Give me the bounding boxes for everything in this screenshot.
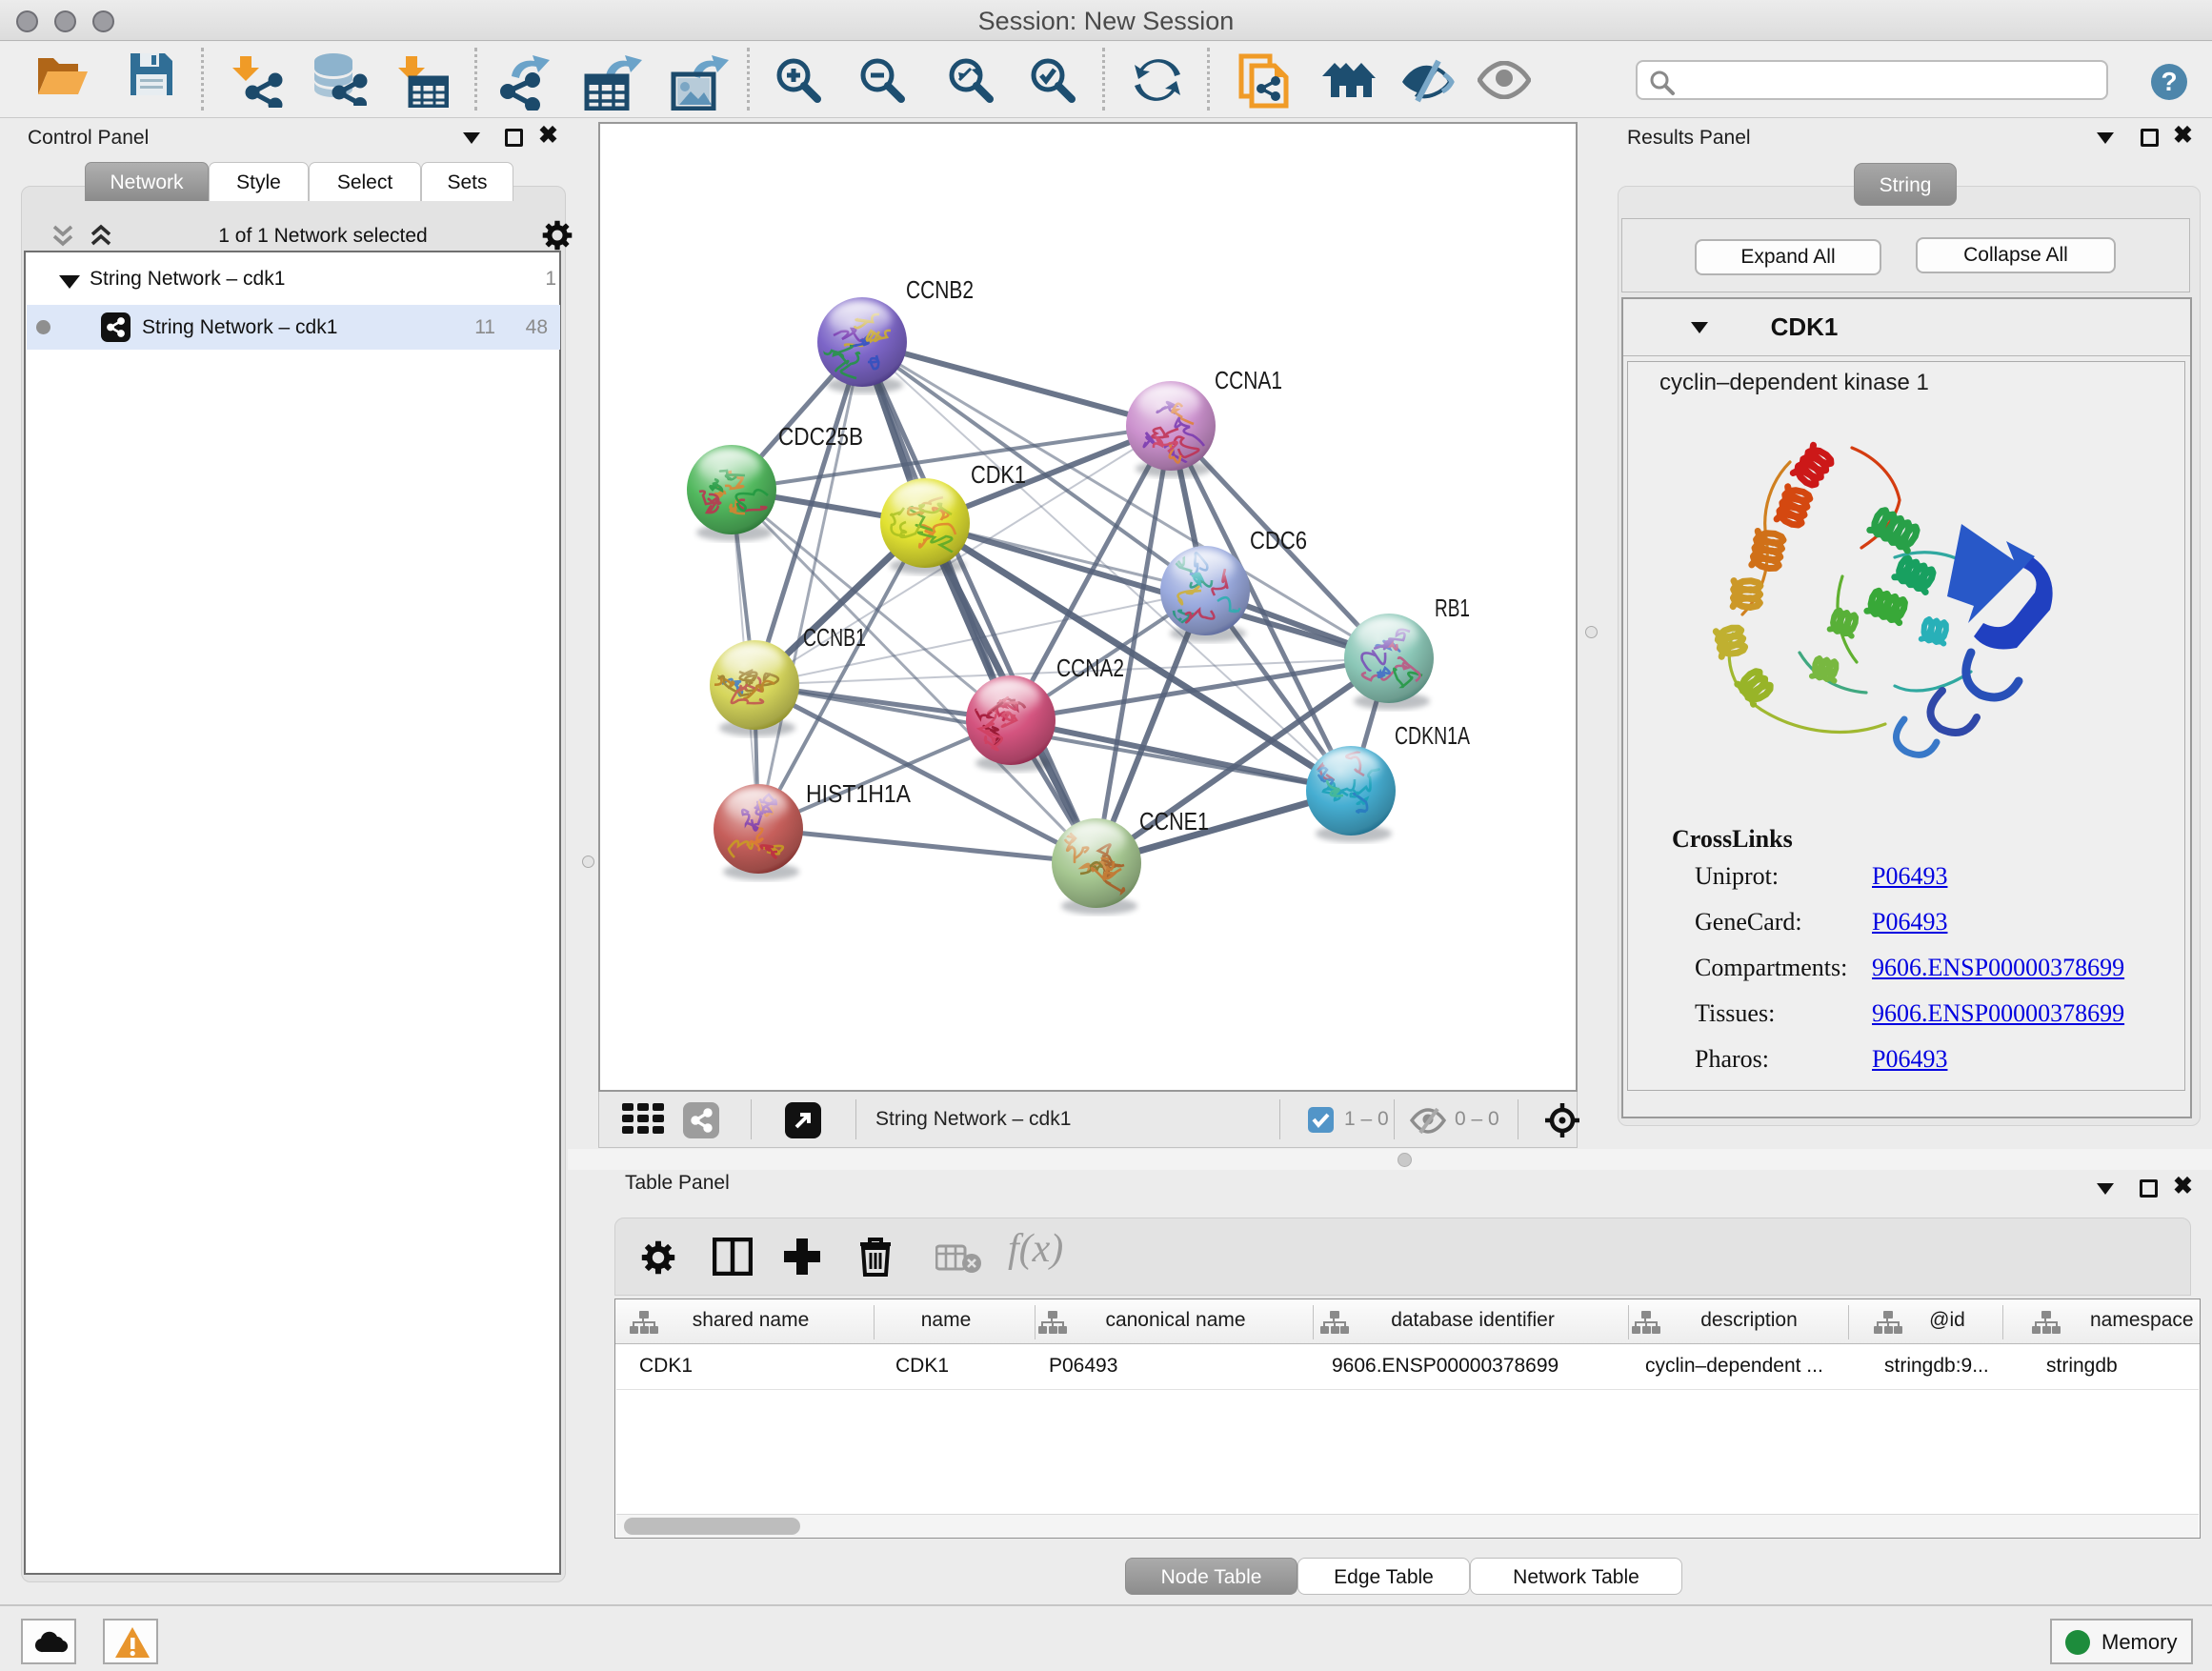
svg-text:CDKN1A: CDKN1A [1395,721,1470,750]
svg-text:CCNA2: CCNA2 [1056,654,1124,682]
svg-text:CCNE1: CCNE1 [1139,807,1209,836]
svg-text:CDK1: CDK1 [971,460,1026,489]
svg-text:CCNA1: CCNA1 [1215,366,1282,394]
svg-text:CDC25B: CDC25B [778,422,863,451]
svg-text:HIST1H1A: HIST1H1A [806,779,912,808]
svg-text:CCNB2: CCNB2 [906,275,974,304]
svg-text:RB1: RB1 [1435,594,1470,622]
svg-text:CDC6: CDC6 [1250,526,1307,554]
svg-text:CCNB1: CCNB1 [803,623,866,652]
